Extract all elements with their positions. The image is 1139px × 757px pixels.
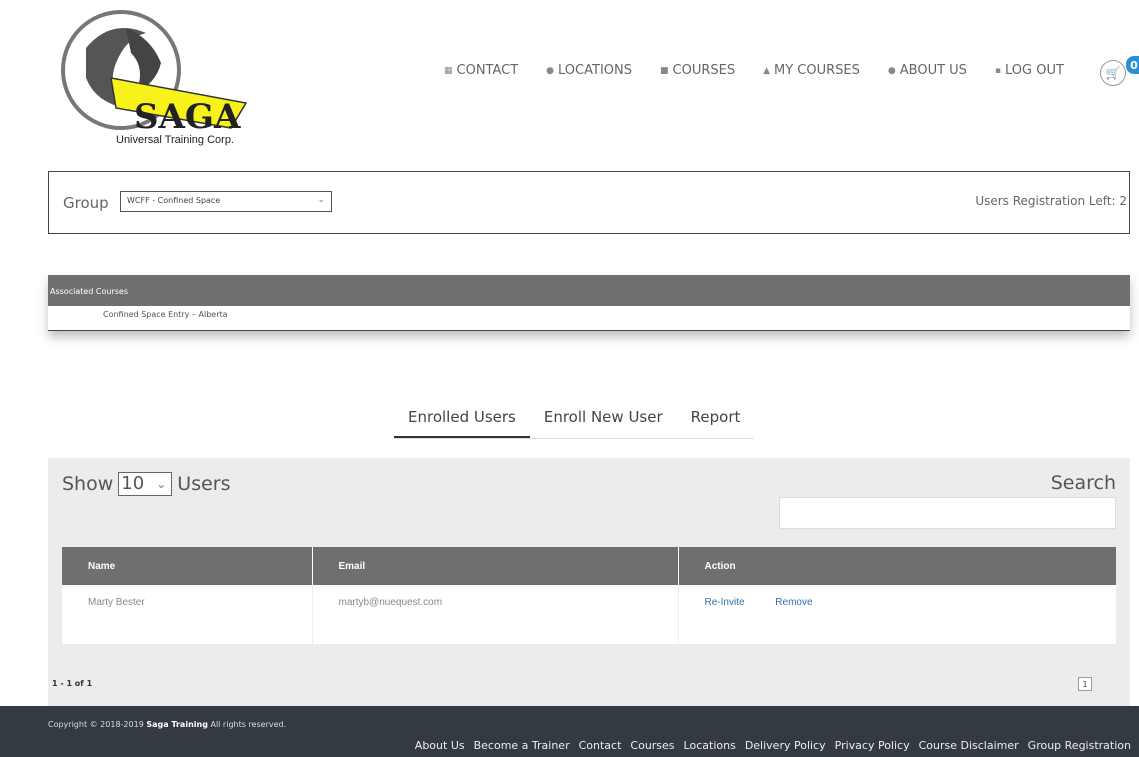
footer-link-locations[interactable]: Locations — [684, 739, 736, 752]
main-nav: ▦ CONTACT ● LOCATIONS ■ COURSES ▲ MY COURSES… — [444, 63, 1092, 78]
associated-courses-header: Associated Courses — [48, 275, 1130, 306]
tab-enrolled-users[interactable]: Enrolled Users — [394, 405, 530, 438]
associated-courses-panel: Associated Courses Confined Space Entry … — [48, 275, 1130, 331]
saga-logo[interactable]: SAGA — [56, 8, 266, 148]
group-label: Group — [63, 194, 109, 212]
nav-my-courses[interactable]: ▲ MY COURSES — [763, 63, 860, 78]
users-table: Name Email Action Marty Bester martyb@nu… — [62, 547, 1116, 644]
nav-my-courses-label: MY COURSES — [774, 63, 860, 78]
copyright-suffix: All rights reserved. — [210, 720, 287, 729]
user-email-cell: martyb@nuequest.com — [312, 585, 679, 644]
search-input[interactable] — [779, 497, 1116, 529]
pagination-info: 1 - 1 of 1 — [52, 679, 93, 688]
table-header-row: Name Email Action — [62, 547, 1116, 585]
book-icon: ■ — [660, 65, 669, 76]
logo-caption: Universal Training Corp. — [116, 134, 234, 146]
map-pin-icon: ● — [546, 65, 555, 76]
group-select[interactable]: WCFF - Confined Space ⌄ — [120, 191, 332, 212]
nav-locations-label: LOCATIONS — [558, 63, 632, 78]
remove-button[interactable]: Remove — [775, 597, 812, 608]
nav-log-out[interactable]: ▪ LOG OUT — [995, 63, 1064, 78]
page-size-value: 10 — [121, 473, 145, 494]
user-action-cell: Re-Invite Remove — [678, 585, 1116, 644]
group-select-value: WCFF - Confined Space — [127, 196, 221, 205]
column-header-name[interactable]: Name — [62, 547, 313, 585]
nav-about-us-label: ABOUT US — [899, 63, 967, 78]
nav-courses[interactable]: ■ COURSES — [660, 63, 735, 78]
enrolled-users-panel: Show 10 ⌄ Users Search Name Email Action… — [48, 458, 1130, 706]
logo-wordmark: SAGA — [134, 97, 241, 137]
building-icon: ▦ — [444, 65, 453, 76]
nav-contact[interactable]: ▦ CONTACT — [444, 63, 518, 78]
nav-courses-label: COURSES — [672, 63, 736, 78]
footer-link-course-disclaimer[interactable]: Course Disclaimer — [919, 739, 1019, 752]
footer-link-about-us[interactable]: About Us — [415, 739, 465, 752]
nav-log-out-label: LOG OUT — [1005, 63, 1064, 78]
info-icon: ● — [887, 65, 896, 76]
column-header-action: Action — [678, 547, 1116, 585]
users-label: Users — [177, 473, 231, 495]
chevron-down-icon: ⌄ — [156, 477, 167, 491]
user-tabs: Enrolled Users Enroll New User Report — [394, 405, 755, 439]
logout-icon: ▪ — [994, 65, 1002, 76]
nav-about-us[interactable]: ● ABOUT US — [888, 63, 967, 78]
page-size-select[interactable]: 10 ⌄ — [118, 472, 173, 496]
copyright-prefix: Copyright © 2018-2019 — [48, 720, 144, 729]
column-header-email[interactable]: Email — [312, 547, 679, 585]
cart-count-badge: 0 — [1126, 56, 1139, 74]
footer-link-group-registration[interactable]: Group Registration — [1028, 739, 1131, 752]
search-label: Search — [1050, 472, 1116, 494]
users-registration-left: Users Registration Left: 2 — [975, 194, 1127, 208]
table-row: Marty Bester martyb@nuequest.com Re-Invi… — [62, 585, 1116, 644]
reinvite-button[interactable]: Re-Invite — [705, 597, 745, 608]
show-label: Show — [62, 473, 114, 495]
footer: Copyright © 2018-2019 Saga Training All … — [0, 706, 1139, 757]
footer-link-contact[interactable]: Contact — [579, 739, 622, 752]
footer-link-privacy-policy[interactable]: Privacy Policy — [835, 739, 910, 752]
user-icon: ▲ — [763, 65, 771, 76]
nav-locations[interactable]: ● LOCATIONS — [546, 63, 632, 78]
copyright-text: Copyright © 2018-2019 Saga Training All … — [48, 720, 286, 729]
nav-contact-label: CONTACT — [456, 63, 519, 78]
tab-enroll-new-user[interactable]: Enroll New User — [530, 405, 677, 438]
group-selector-box: Group WCFF - Confined Space ⌄ Users Regi… — [48, 171, 1130, 234]
page-size-control: Show 10 ⌄ Users — [62, 472, 231, 496]
footer-links: About Us Become a Trainer Contact Course… — [406, 739, 1131, 752]
cart-icon[interactable]: 🛒 — [1100, 60, 1126, 86]
user-name-cell: Marty Bester — [62, 585, 313, 644]
footer-link-delivery-policy[interactable]: Delivery Policy — [745, 739, 826, 752]
copyright-brand: Saga Training — [146, 720, 208, 729]
footer-link-courses[interactable]: Courses — [630, 739, 674, 752]
footer-link-become-a-trainer[interactable]: Become a Trainer — [474, 739, 570, 752]
tab-report[interactable]: Report — [677, 405, 755, 438]
pagination-page-button[interactable]: 1 — [1078, 677, 1092, 691]
associated-course-item: Confined Space Entry – Alberta — [103, 310, 228, 319]
chevron-down-icon: ⌄ — [317, 195, 325, 205]
